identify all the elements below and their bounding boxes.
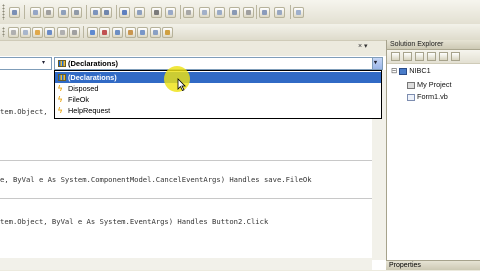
list-item-label: Disposed [68,84,99,93]
toolbar-button[interactable] [44,27,55,38]
method-separator [0,160,386,161]
toolbar-button[interactable] [125,27,136,38]
event-icon: ϟ [58,95,63,104]
toolbar-button[interactable] [165,7,176,18]
toolbar-button[interactable] [87,27,98,38]
list-item-disposed[interactable]: ϟ Disposed [55,83,381,94]
toolbar-button[interactable] [229,7,240,18]
declarations-icon [58,60,66,67]
class-name-combo[interactable]: ▾ [0,57,52,70]
toolbar-button[interactable] [214,7,225,18]
toolbar-button[interactable] [137,27,148,38]
expander-icon[interactable]: ⊟ [391,66,397,75]
mouse-pointer-icon [177,78,186,91]
toolbar-button[interactable] [30,7,41,18]
method-combo-arrow[interactable]: ▾ [372,58,382,69]
list-item-label: FileOk [68,95,90,104]
toolbar-button[interactable] [243,7,254,18]
toolbar-grip[interactable] [2,4,5,20]
properties-panel-title[interactable]: Properties [386,260,480,270]
toolbar-button[interactable] [293,7,304,18]
toolbar-separator [24,5,25,19]
solution-explorer-panel: Solution Explorer ⊟ NIBC1 My Project For… [386,40,480,270]
properties-icon[interactable] [391,52,400,61]
toolbar-button[interactable] [99,27,110,38]
toolbar-button[interactable] [119,7,130,18]
toolbar-button[interactable] [71,7,82,18]
toolbar-button[interactable] [162,27,173,38]
list-item-declarations[interactable]: (Declarations) [55,72,381,83]
tree-item-form1[interactable]: Form1.vb [407,92,448,102]
chevron-down-icon: ▾ [374,60,378,66]
event-icon: ϟ [58,106,63,115]
toolbar-button[interactable] [183,7,194,18]
toolbar-button[interactable] [274,7,285,18]
toolbar-separator [290,5,291,19]
tree-item-label: NIBC1 [409,66,431,75]
toolbar-separator [116,5,117,19]
text-editor-toolbar [0,24,480,41]
toolbar-separator [180,5,181,19]
code-line[interactable]: tem.Object, [0,107,52,116]
tree-project-root[interactable]: ⊟ NIBC1 [391,66,431,76]
method-separator [0,198,386,199]
toolbar-separator [86,5,87,19]
toolbar-button[interactable] [57,27,68,38]
toolbar-button[interactable] [58,7,69,18]
toolbar-separator [83,26,84,38]
method-dropdown-list: (Declarations) ϟ Disposed ϟ FileOk ϟ Hel… [54,70,382,119]
method-combo-value: (Declarations) [68,59,119,68]
toolbar-separator [256,5,257,19]
toolbar-button[interactable] [151,7,162,18]
standard-toolbar [0,0,480,25]
toolbar-button[interactable] [150,27,161,38]
view-designer-icon[interactable] [439,52,448,61]
list-item-label: HelpRequest [68,106,111,115]
project-icon [399,67,408,75]
tree-item-label: My Project [417,80,452,89]
method-name-combo[interactable]: (Declarations) ▾ [54,57,383,70]
tree-item-my-project[interactable]: My Project [407,80,452,90]
toolbar-button[interactable] [134,7,145,18]
event-icon: ϟ [58,84,63,93]
declarations-icon [58,74,66,81]
view-code-icon[interactable] [427,52,436,61]
chevron-down-icon: ▾ [42,60,46,66]
solution-explorer-toolbar [387,50,480,64]
toolbar-grip[interactable] [2,27,5,37]
solution-explorer-title: Solution Explorer [387,40,480,50]
toolbar-button[interactable] [101,7,112,18]
refresh-icon[interactable] [415,52,424,61]
toolbar-button[interactable] [259,7,270,18]
show-all-files-icon[interactable] [403,52,412,61]
toolbar-button[interactable] [199,7,210,18]
document-close-icon[interactable]: × ▾ [358,42,368,50]
list-item-label: (Declarations) [68,73,117,82]
class-combo-arrow[interactable]: ▾ [41,58,51,69]
list-item-fileok[interactable]: ϟ FileOk [55,94,381,105]
toolbar-button[interactable] [112,27,123,38]
code-line[interactable]: tem.Object, ByVal e As System.EventArgs)… [0,217,268,226]
toolbar-button[interactable] [90,7,101,18]
toolbar-button[interactable] [69,27,80,38]
horizontal-scrollbar[interactable] [0,258,372,270]
form-icon [407,93,415,101]
class-diagram-icon[interactable] [451,52,460,61]
toolbar-button[interactable] [9,7,20,18]
toolbar-button[interactable] [32,27,43,38]
toolbar-button[interactable] [43,7,54,18]
tree-item-label: Form1.vb [417,92,448,101]
list-item-helprequest[interactable]: ϟ HelpRequest [55,105,381,116]
code-line[interactable]: e, ByVal e As System.ComponentModel.Canc… [0,175,312,184]
my-project-icon [407,81,415,89]
toolbar-button[interactable] [8,27,19,38]
toolbar-button[interactable] [20,27,31,38]
